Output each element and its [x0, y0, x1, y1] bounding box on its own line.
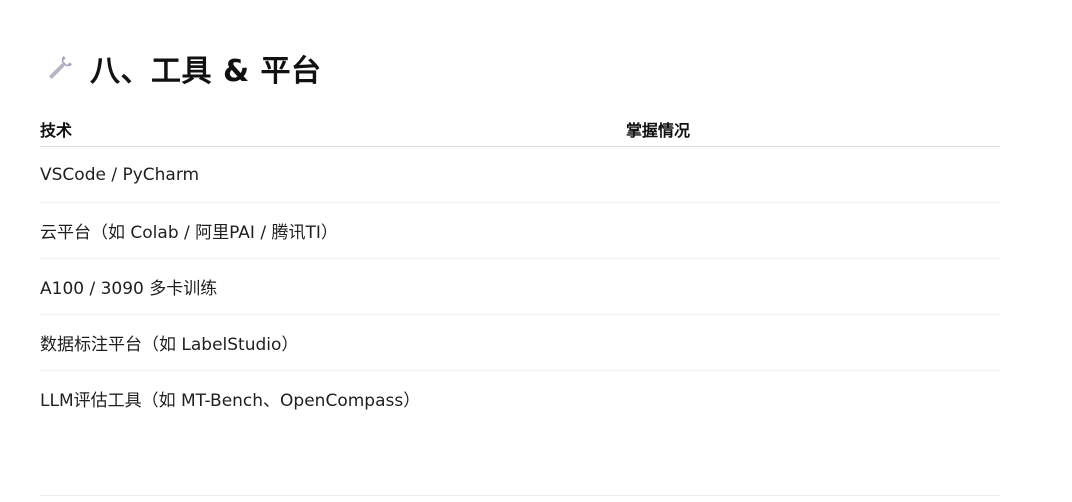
column-header-tech: 技术: [40, 112, 626, 147]
table-header-row: 技术 掌握情况: [40, 112, 1000, 147]
table-row: 数据标注平台（如 LabelStudio）: [40, 314, 1000, 371]
column-header-status: 掌握情况: [626, 112, 1000, 147]
section-title: 八、工具 & 平台: [90, 54, 322, 89]
table-row: VSCode / PyCharm: [40, 146, 1000, 203]
skills-table: 技术 掌握情况 VSCode / PyCharm 云平台（如 Colab / 阿…: [40, 112, 1000, 426]
status-cell: [626, 258, 1000, 315]
status-cell: [626, 314, 1000, 371]
tech-cell: 云平台（如 Colab / 阿里PAI / 腾讯TI）: [40, 202, 626, 259]
tech-cell: A100 / 3090 多卡训练: [40, 258, 626, 315]
table-row: 云平台（如 Colab / 阿里PAI / 腾讯TI）: [40, 202, 1000, 259]
tech-cell: VSCode / PyCharm: [40, 146, 626, 203]
status-cell: [626, 371, 1000, 427]
tech-cell: 数据标注平台（如 LabelStudio）: [40, 314, 626, 371]
section-heading: 八、工具 & 平台: [44, 46, 322, 90]
table-row: A100 / 3090 多卡训练: [40, 258, 1000, 315]
page: 八、工具 & 平台 技术 掌握情况 VSCode / PyCharm 云平台（如…: [0, 0, 1072, 502]
tech-cell: LLM评估工具（如 MT-Bench、OpenCompass）: [40, 391, 421, 411]
table-row: LLM评估工具（如 MT-Bench、OpenCompass）: [40, 371, 1000, 427]
bottom-divider: [40, 495, 1000, 496]
wrench-icon: [44, 52, 76, 84]
status-cell: [626, 146, 1000, 203]
status-cell: [626, 202, 1000, 259]
